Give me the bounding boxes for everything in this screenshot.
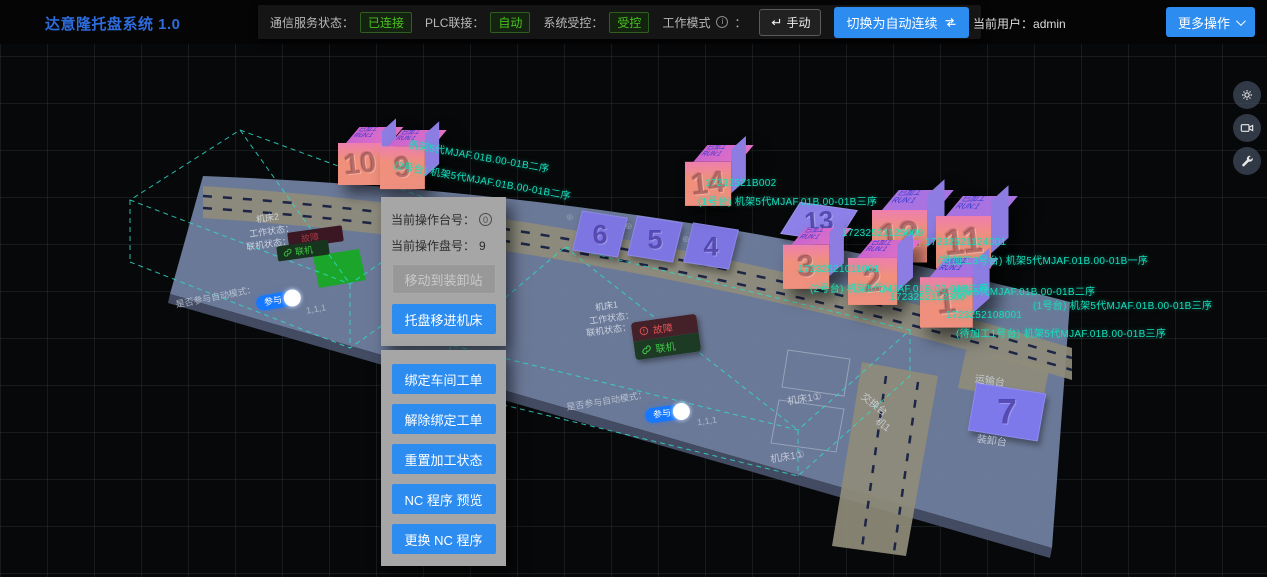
link-icon — [283, 248, 293, 258]
current-station-label: 当前操作台号： — [391, 211, 475, 228]
alert-circle-icon — [638, 325, 649, 336]
cube-face-text: 已加工 RUN:1 — [863, 240, 894, 253]
pallet-into-machine-button[interactable]: 托盘移进机床 — [392, 304, 496, 334]
order-label: (1号台) 机架5代MJAF.01B.00-01B三序 — [1033, 297, 1212, 312]
rack-marker: ⊕ — [625, 221, 633, 232]
link-icon — [641, 344, 652, 355]
cube-face-text: 已加工 RUN:1 — [699, 145, 728, 158]
context-menu-panel: 当前操作台号： 0 当前操作盘号： 9 移动到装卸站 托盘移进机床 绑定车间工单… — [381, 197, 506, 566]
cube-number: 10 — [336, 141, 384, 187]
current-station-row: 当前操作台号： 0 — [391, 211, 496, 228]
toggle-label: 参与 — [652, 407, 671, 419]
plc-status: PLC联接： 自动 — [425, 12, 530, 33]
wrench-icon — [1240, 154, 1255, 169]
plc-status-badge: 自动 — [490, 12, 530, 33]
comm-status-label: 通信服务状态： — [270, 14, 354, 31]
context-card-top: 当前操作台号： 0 当前操作盘号： 9 移动到装卸站 托盘移进机床 — [381, 197, 506, 346]
order-label: 17232521124001 — [925, 237, 1006, 248]
current-station-value: 0 — [479, 213, 492, 226]
comm-status: 通信服务状态： 已连接 — [270, 12, 412, 33]
order-label: (待加工3号台) 机架5代MJAF.01B.00-01B一序 — [938, 252, 1148, 267]
rack-tile-4[interactable]: 4 — [683, 222, 739, 269]
more-actions-button[interactable]: 更多操作 — [1166, 7, 1255, 37]
order-label: 机架5代MJAF.01B.00-01B二序 — [953, 283, 1095, 298]
app-title: 达意隆托盘系统 1.0 — [45, 13, 181, 34]
camera-icon — [1239, 120, 1255, 136]
order-label: (待加工1号台) 机架5代MJAF.01B.00-01B三序 — [956, 325, 1166, 340]
context-card-bottom: 绑定车间工单 解除绑定工单 重置加工状态 NC 程序 预览 更换 NC 程序 — [381, 350, 506, 566]
comm-status-badge: 已连接 — [360, 12, 412, 33]
manual-mode-button[interactable]: 手动 — [759, 9, 821, 36]
rack-tile-6[interactable]: 6 — [572, 210, 628, 257]
order-label: 17232521125009 — [842, 228, 923, 239]
cube-face-text: 已加工 RUN:1 — [953, 196, 988, 211]
status-strip: 通信服务状态： 已连接 PLC联接： 自动 系统受控： 受控 工作模式 ： 手动 — [258, 5, 981, 39]
cube-face-text: 已加工 RUN:1 — [797, 228, 826, 241]
manual-mode-label: 手动 — [786, 14, 810, 31]
tile-number: 7 — [971, 387, 1043, 436]
settings-button[interactable] — [1233, 81, 1261, 109]
work-mode-colon: ： — [734, 14, 746, 31]
work-mode-label: 工作模式 — [662, 14, 710, 31]
control-status-badge: 受控 — [609, 12, 649, 33]
order-label: 1723252108001 — [946, 310, 1022, 321]
fault-text: 故障 — [652, 319, 674, 337]
tile-number: 5 — [631, 218, 679, 260]
rack-tile-5[interactable]: 5 — [627, 215, 683, 262]
top-bar: 达意隆托盘系统 1.0 通信服务状态： 已连接 PLC联接： 自动 系统受控： … — [0, 0, 1267, 44]
rack-marker: ⊕ — [682, 234, 690, 245]
replace-nc-program-button[interactable]: 更换 NC 程序 — [392, 524, 496, 554]
rack-marker: ⊕ — [566, 212, 574, 223]
tile-number: 6 — [576, 213, 624, 255]
bind-work-order-button[interactable]: 绑定车间工单 — [392, 364, 496, 394]
tile-number: 4 — [687, 225, 735, 267]
move-to-dock-button[interactable]: 移动到装卸站 — [392, 264, 496, 294]
info-icon[interactable] — [716, 16, 728, 28]
current-pallet-label: 当前操作盘号： — [391, 237, 475, 254]
switch-auto-label: 切换为自动连续 — [846, 13, 937, 32]
reset-machining-state-button[interactable]: 重置加工状态 — [392, 444, 496, 474]
current-pallet-value: 9 — [479, 239, 486, 253]
nc-program-preview-button[interactable]: NC 程序 预览 — [392, 484, 496, 514]
order-label: 17232521B002 — [705, 178, 776, 189]
cube-front-face: 10 — [338, 143, 382, 185]
cube-face-text: 已加工 RUN:1 — [889, 190, 924, 205]
gear-icon — [1239, 87, 1255, 103]
switch-loop-icon — [944, 17, 957, 28]
current-user: 当前用户：admin — [973, 15, 1066, 32]
current-user-label: 当前用户： — [973, 17, 1033, 31]
order-label: 17232521011001 — [798, 264, 879, 275]
current-pallet-row: 当前操作盘号： 9 — [391, 237, 496, 254]
plc-status-label: PLC联接： — [425, 14, 484, 31]
tools-button[interactable] — [1233, 147, 1261, 175]
work-mode-group: 工作模式 ： — [662, 14, 746, 31]
control-status: 系统受控： 受控 — [543, 12, 649, 33]
unbind-work-order-button[interactable]: 解除绑定工单 — [392, 404, 496, 434]
enter-icon — [770, 18, 781, 27]
order-label: (1号台) 机架5代MJAF.01B.00-01B三序 — [698, 193, 877, 208]
scene-viewport[interactable]: 13 6 5 4 7 ⊕ ⊕ ⊕ 已加工 RUN:1 10 已加工 RUN:1 … — [0, 44, 1267, 577]
online-text: 联机 — [654, 338, 676, 356]
current-user-value: admin — [1033, 17, 1066, 31]
online-text: 联机 — [294, 243, 314, 258]
toggle-label: 参与 — [263, 294, 282, 307]
more-actions-label: 更多操作 — [1178, 13, 1230, 32]
control-status-label: 系统受控： — [543, 14, 603, 31]
chevron-down-icon — [1236, 16, 1246, 26]
camera-view-button[interactable] — [1233, 114, 1261, 142]
switch-auto-button[interactable]: 切换为自动连续 — [834, 7, 968, 38]
app-window: 达意隆托盘系统 1.0 通信服务状态： 已连接 PLC联接： 自动 系统受控： … — [0, 0, 1267, 577]
cube-face-text: 已加工 RUN:1 — [351, 127, 379, 139]
